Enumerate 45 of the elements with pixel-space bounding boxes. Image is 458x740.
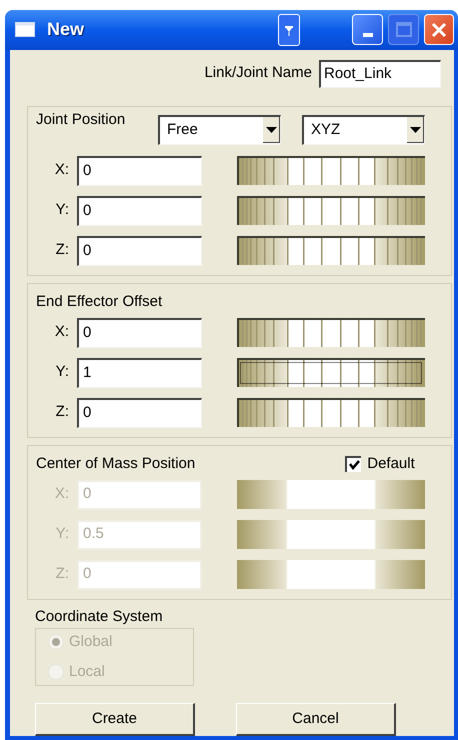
- maximize-icon: [396, 22, 412, 38]
- minimize-icon: [362, 33, 372, 38]
- axis-label: Z:: [54, 240, 70, 260]
- value-field[interactable]: 1: [77, 358, 202, 388]
- value-field[interactable]: 0: [77, 318, 202, 348]
- radio-label: Local: [69, 662, 105, 681]
- thumbwheel[interactable]: [237, 398, 425, 428]
- value-field[interactable]: 0: [77, 236, 202, 266]
- axis-label: Y:: [54, 200, 70, 220]
- axis-label: X:: [54, 484, 70, 504]
- thumbwheel[interactable]: [237, 236, 425, 266]
- thumbwheel[interactable]: [237, 358, 425, 388]
- thumbwheel[interactable]: [237, 156, 425, 186]
- thumbwheel[interactable]: [237, 196, 425, 226]
- dialog-button[interactable]: Cancel: [236, 703, 396, 736]
- close-button[interactable]: [424, 14, 454, 46]
- axis-label: Y:: [54, 362, 70, 382]
- value-field[interactable]: 0: [77, 156, 202, 186]
- window-title: New: [47, 18, 84, 42]
- group-title: Center of Mass Position: [36, 455, 196, 474]
- group-title: End Effector Offset: [36, 293, 162, 312]
- value-field[interactable]: 0: [77, 398, 202, 428]
- value-field: 0.5: [77, 520, 202, 550]
- axis-label: X:: [54, 322, 70, 342]
- axis-label: Y:: [54, 524, 70, 544]
- group-title: Coordinate System: [35, 608, 164, 626]
- group-title: Joint Position: [36, 110, 126, 129]
- thumbwheel[interactable]: [237, 318, 425, 348]
- radio-label: Global: [69, 632, 112, 651]
- name-field[interactable]: Root_Link: [319, 60, 441, 88]
- axis-label: Z:: [54, 564, 70, 584]
- dropdown[interactable]: XYZ: [302, 114, 425, 145]
- close-icon: [431, 22, 447, 38]
- axis-label: X:: [54, 160, 70, 180]
- value-field: 0: [77, 560, 202, 590]
- dropdown[interactable]: Free: [158, 114, 281, 145]
- value-field[interactable]: 0: [77, 196, 202, 226]
- window-icon: [15, 22, 35, 38]
- checkbox-label: Default: [367, 454, 415, 474]
- axis-label: Z:: [54, 402, 70, 422]
- value-field: 0: [77, 480, 202, 510]
- dialog-button[interactable]: Create: [35, 703, 195, 736]
- minimize-button[interactable]: [352, 14, 383, 46]
- field-label: Link/Joint Name: [204, 63, 312, 84]
- pin-button[interactable]: [278, 14, 300, 46]
